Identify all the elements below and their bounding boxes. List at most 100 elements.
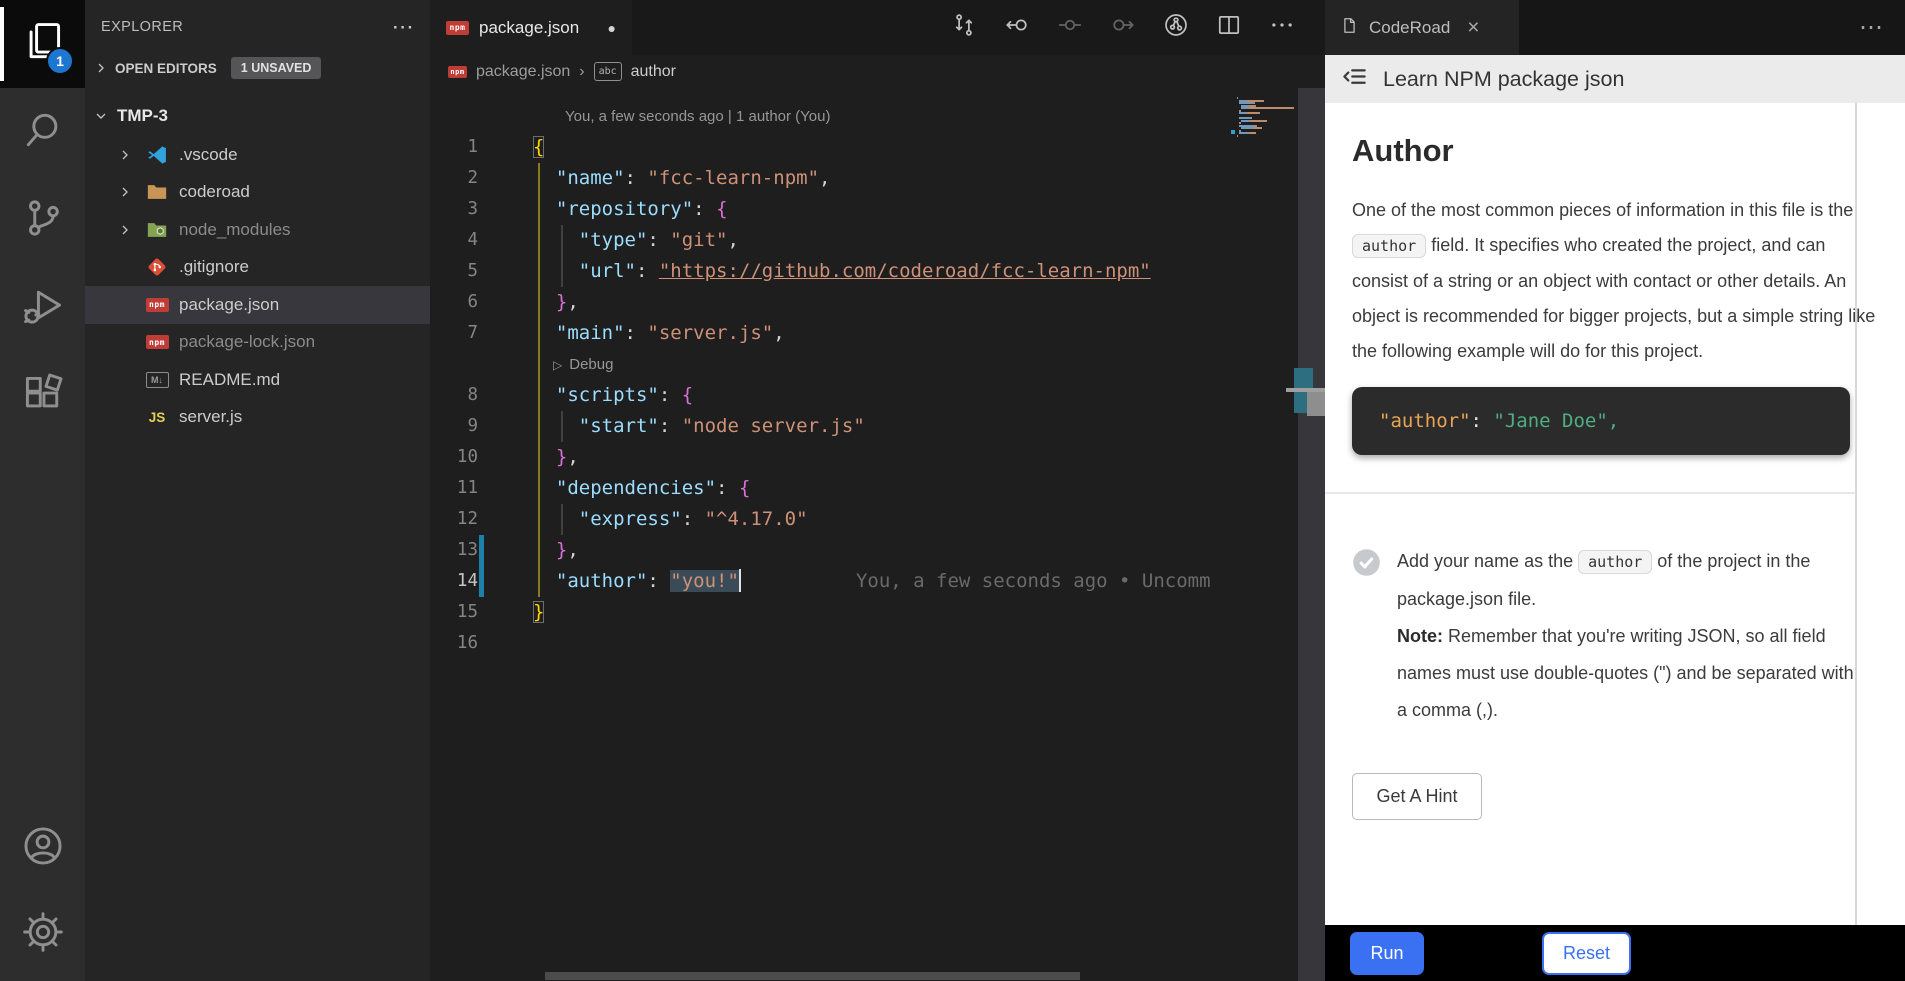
file-.vscode[interactable]: .vscode (85, 136, 430, 174)
tab-package-json[interactable]: npm package.json ● (430, 0, 632, 55)
timeline-button[interactable] (1163, 12, 1189, 43)
file-label: coderoad (179, 182, 250, 202)
file-node_modules[interactable]: node_modules (85, 211, 430, 249)
lesson-heading: Author (1352, 103, 1905, 169)
modified-dot-icon: ● (608, 20, 616, 36)
search-icon (21, 108, 65, 157)
next-change-button[interactable] (1110, 12, 1136, 43)
play-icon: ▷ (553, 358, 562, 372)
breadcrumb-symbol[interactable]: author (631, 63, 676, 81)
sidebar-more-actions[interactable]: ⋯ (392, 22, 414, 32)
inline-blame: You, a few seconds ago • Uncomm (856, 566, 1211, 597)
code-line-14[interactable]: 14 "author": "you!" You, a few seconds a… (430, 566, 1325, 597)
close-icon[interactable]: × (1467, 19, 1479, 37)
previous-change-button[interactable] (1004, 12, 1030, 43)
breadcrumb: npm package.json › abc author (430, 55, 1325, 88)
open-editors-section[interactable]: OPEN EDITORS 1 UNSAVED (85, 54, 430, 82)
code-line-9[interactable]: 9 "start": "node server.js" (430, 411, 1325, 442)
open-editors-label: OPEN EDITORS (115, 61, 217, 76)
file-label: server.js (179, 407, 242, 427)
activity-item-account[interactable] (0, 805, 85, 891)
code-line-3[interactable]: 3 "repository": { (430, 194, 1325, 225)
file-package.json[interactable]: npm package.json (85, 286, 430, 324)
editor-toolbar (951, 0, 1325, 55)
compare-icon (951, 12, 977, 43)
npm-icon: npm (446, 21, 469, 35)
code-line-2[interactable]: 2 "name": "fcc-learn-npm", (430, 163, 1325, 194)
code-line-8[interactable]: 8 "scripts": { (430, 380, 1325, 411)
code-line-7[interactable]: 7 "main": "server.js", (430, 318, 1325, 349)
run-button[interactable]: Run (1350, 932, 1424, 975)
code-line-4[interactable]: 4 "type": "git", (430, 225, 1325, 256)
editor-group: npm package.json ● npm package.json › ab… (430, 0, 1325, 981)
tab-label: package.json (479, 18, 579, 38)
horizontal-scrollbar-thumb[interactable] (545, 972, 1080, 980)
file-label: README.md (179, 370, 280, 390)
codelens-text: You, a few seconds ago | 1 author (You) (565, 108, 830, 125)
badge: 1 (46, 47, 74, 75)
code-line-13[interactable]: 13 }, (430, 535, 1325, 566)
file-package-lock.json[interactable]: npm package-lock.json (85, 324, 430, 362)
codelens[interactable]: You, a few seconds ago | 1 author (You) (430, 101, 1325, 132)
folder-root-tmp-3[interactable]: TMP-3 (85, 96, 430, 136)
get-a-hint-button[interactable]: Get A Hint (1352, 773, 1482, 820)
tab-coderoad[interactable]: CodeRoad × (1325, 0, 1519, 55)
note-label: Note: (1397, 626, 1443, 646)
line-number: 13 (430, 535, 478, 566)
explorer-sidebar: EXPLORER ⋯ OPEN EDITORS 1 UNSAVED TMP-3 … (85, 0, 430, 981)
line-number: 12 (430, 504, 478, 535)
code-line-16[interactable]: 16 (430, 628, 1325, 659)
code-line-5[interactable]: 5 "url": "https://github.com/coderoad/fc… (430, 256, 1325, 287)
editor-scrollbar-track[interactable] (1298, 88, 1325, 981)
activity-item-run-debug[interactable] (0, 264, 85, 352)
line-number: 3 (430, 194, 478, 225)
file-label: package.json (179, 295, 279, 315)
code-line-6[interactable]: 6 }, (430, 287, 1325, 318)
activity-item-search[interactable] (0, 88, 85, 176)
task-check-icon (1352, 543, 1381, 729)
collapse-menu-icon[interactable] (1341, 63, 1368, 96)
abc-symbol-icon: abc (594, 62, 622, 81)
breadcrumb-separator: › (579, 63, 584, 81)
minimap[interactable] (1237, 95, 1299, 140)
compare-changes-button[interactable] (951, 12, 977, 43)
activity-item-settings[interactable] (0, 891, 85, 977)
webview-page-icon (1341, 16, 1358, 40)
activity-item-explorer[interactable]: 1 (0, 0, 85, 88)
file-server.js[interactable]: JS server.js (85, 399, 430, 437)
panel-scrollbar[interactable] (1855, 103, 1857, 925)
split-editor-button[interactable] (1216, 12, 1242, 43)
coderoad-footer: Run Reset (1325, 925, 1905, 981)
code-line-10[interactable]: 10 }, (430, 442, 1325, 473)
code-line-11[interactable]: 11 "dependencies": { (430, 473, 1325, 504)
activity-item-extensions[interactable] (0, 352, 85, 440)
inline-code-author: author (1352, 234, 1426, 258)
current-change-button[interactable] (1057, 12, 1083, 43)
file-coderoad[interactable]: coderoad (85, 174, 430, 212)
line-number: 5 (430, 256, 478, 287)
reset-button[interactable]: Reset (1542, 932, 1631, 975)
more-actions-button[interactable] (1269, 12, 1295, 43)
code-area[interactable]: You, a few seconds ago | 1 author (You) … (430, 88, 1325, 659)
chevron-down-icon (93, 108, 111, 124)
file-label: .gitignore (179, 257, 249, 277)
codelens[interactable]: ▷Debug (430, 349, 1325, 380)
code-line-12[interactable]: 12 "express": "^4.17.0" (430, 504, 1325, 535)
line-number: 14 (430, 566, 478, 597)
bracket-guide (538, 163, 540, 597)
file-.gitignore[interactable]: .gitignore (85, 249, 430, 287)
code-line-1[interactable]: 1 { (430, 132, 1325, 163)
code-line-15[interactable]: 15 } (430, 597, 1325, 628)
task-text: Add your name as the author of the proje… (1397, 543, 1854, 729)
tutorial-header: Learn NPM package json (1325, 55, 1905, 103)
panel-more-actions[interactable]: ⋯ (1859, 0, 1883, 55)
npm-icon: npm (145, 335, 169, 349)
chevron-right-icon (93, 60, 111, 76)
task-item: Add your name as the author of the proje… (1352, 543, 1905, 729)
file-README.md[interactable]: M↓ README.md (85, 361, 430, 399)
activity-item-source-control[interactable] (0, 176, 85, 264)
coderoad-panel: CodeRoad × ⋯ Learn NPM package json Auth… (1325, 0, 1905, 981)
line-number: 10 (430, 442, 478, 473)
breadcrumb-file[interactable]: package.json (476, 63, 570, 81)
indent-guide (561, 411, 563, 442)
